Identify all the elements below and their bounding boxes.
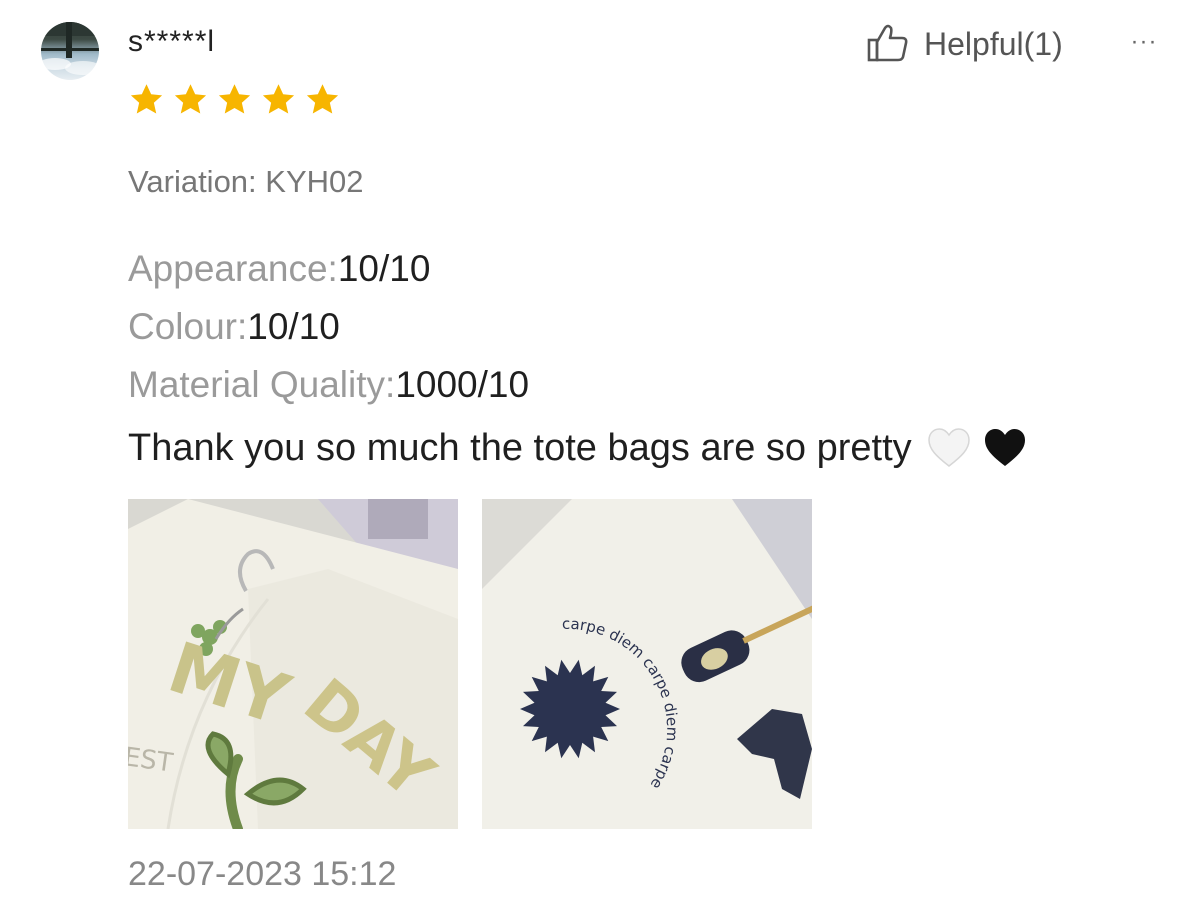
thumbs-up-icon bbox=[866, 24, 912, 64]
avatar[interactable] bbox=[41, 22, 99, 80]
helpful-button[interactable]: Helpful(1) bbox=[866, 22, 1063, 66]
attribute-key: Appearance: bbox=[128, 248, 338, 289]
attribute-row-material-quality: Material Quality:1000/10 bbox=[128, 356, 529, 414]
review-photo-1[interactable]: MY DAY EST bbox=[128, 499, 458, 829]
attribute-key: Colour: bbox=[128, 306, 248, 347]
review-card: s*****l Helpful(1) ··· Variation: KYH02 … bbox=[0, 0, 1200, 900]
star-icon bbox=[174, 84, 207, 114]
attribute-row-appearance: Appearance:10/10 bbox=[128, 240, 529, 298]
more-options-icon[interactable]: ··· bbox=[1124, 24, 1164, 64]
attribute-row-colour: Colour:10/10 bbox=[128, 298, 529, 356]
attribute-key: Material Quality: bbox=[128, 364, 396, 405]
helpful-label: Helpful(1) bbox=[924, 25, 1063, 62]
attribute-value: 10/10 bbox=[247, 306, 340, 347]
star-icon bbox=[130, 84, 163, 114]
attribute-list: Appearance:10/10 Colour:10/10 Material Q… bbox=[128, 240, 529, 414]
photo-1-text-corner: EST bbox=[128, 742, 175, 779]
attribute-value: 1000/10 bbox=[395, 364, 530, 405]
review-comment: Thank you so much the tote bags are so p… bbox=[128, 422, 1028, 474]
black-heart-icon bbox=[982, 426, 1028, 470]
reviewer-username: s*****l bbox=[128, 25, 216, 58]
star-icon bbox=[306, 84, 339, 114]
rating-stars bbox=[128, 82, 341, 118]
review-photo-2[interactable]: carpe diem carpe diem carpe diem bbox=[482, 499, 812, 829]
star-icon bbox=[218, 84, 251, 114]
attribute-value: 10/10 bbox=[337, 248, 431, 289]
comment-text: Thank you so much the tote bags are so p… bbox=[128, 427, 912, 469]
white-heart-icon bbox=[926, 426, 972, 470]
review-timestamp: 22-07-2023 15:12 bbox=[128, 855, 397, 893]
star-icon bbox=[262, 84, 295, 114]
variation-label: Variation: KYH02 bbox=[128, 164, 364, 199]
